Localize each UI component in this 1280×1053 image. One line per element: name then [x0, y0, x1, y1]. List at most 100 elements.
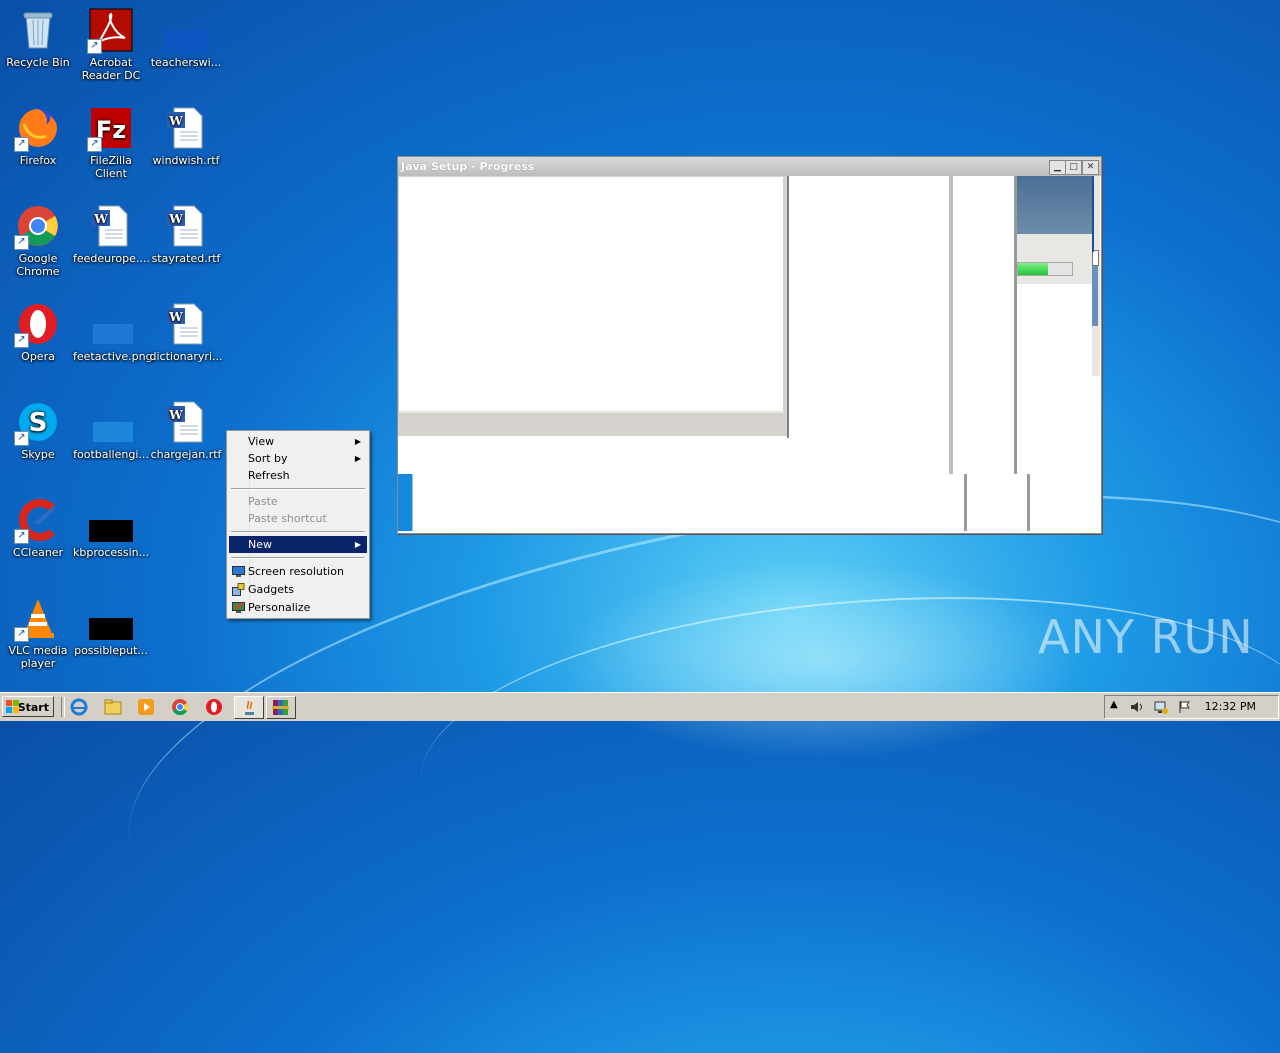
- divider: [787, 176, 789, 438]
- desktop-icon-dictionaryri[interactable]: W dictionaryri...: [148, 302, 224, 363]
- desktop-icon-stayrated[interactable]: W stayrated.rtf: [148, 204, 224, 265]
- desktop-icon-possibleput[interactable]: possibleput...: [73, 596, 149, 657]
- show-hidden-icons-button[interactable]: ▲: [1110, 699, 1118, 710]
- menu-item-label: Screen resolution: [248, 565, 344, 578]
- icon-label: Skype: [21, 448, 55, 461]
- media-player-icon[interactable]: [136, 697, 156, 717]
- menu-separator: [231, 488, 365, 490]
- shortcut-arrow-icon: ↗: [14, 431, 29, 446]
- image-icon: [89, 400, 133, 444]
- icon-label: Firefox: [19, 154, 57, 167]
- icon-label: windwish.rtf: [152, 154, 220, 167]
- progress-bar: [1017, 262, 1073, 276]
- submenu-arrow-icon: ▶: [354, 437, 361, 446]
- desktop-icon-opera[interactable]: ↗ Opera: [0, 302, 76, 363]
- menu-item-refresh[interactable]: Refresh: [229, 467, 367, 484]
- volume-icon[interactable]: [1129, 699, 1145, 715]
- icon-label: stayrated.rtf: [151, 252, 221, 265]
- maximize-button[interactable]: □: [1065, 160, 1082, 175]
- svg-text:W: W: [168, 114, 183, 128]
- divider: [964, 474, 967, 531]
- menu-item-label: View: [248, 435, 275, 448]
- menu-item-label: Sort by: [248, 452, 288, 465]
- menu-item-paste[interactable]: Paste: [229, 493, 367, 510]
- scrollbar-edge: [1092, 176, 1094, 252]
- start-button[interactable]: Start: [2, 696, 54, 717]
- svg-text:W: W: [168, 212, 183, 226]
- file-icon: [164, 8, 208, 52]
- menu-item-screen-resolution[interactable]: Screen resolution: [229, 563, 367, 580]
- desktop-icon-firefox[interactable]: ↗ Firefox: [0, 106, 76, 167]
- opera-icon[interactable]: [204, 697, 224, 717]
- java-setup-window[interactable]: Java Setup - Progress ▁ □ ✕: [397, 156, 1102, 534]
- desktop-icon-ccleaner[interactable]: ↗ CCleaner: [0, 498, 76, 559]
- winrar-icon[interactable]: [266, 696, 296, 719]
- icon-label: teacherswi...: [150, 56, 222, 69]
- side-strip: [398, 474, 413, 531]
- desktop-icon-chargejan[interactable]: W chargejan.rtf: [148, 400, 224, 461]
- desktop-icon-kbprocessin[interactable]: kbprocessin...: [73, 498, 149, 559]
- black-file-icon: [89, 498, 135, 542]
- word-doc-icon: W: [164, 302, 208, 346]
- word-doc-icon: W: [164, 400, 208, 444]
- scroll-arrow[interactable]: [1092, 250, 1099, 266]
- shortcut-arrow-icon: ↗: [87, 137, 102, 152]
- clock[interactable]: 12:32 PM: [1205, 700, 1256, 713]
- icon-label: chargejan.rtf: [150, 448, 222, 461]
- minimize-button[interactable]: ▁: [1049, 160, 1066, 175]
- word-doc-icon: W: [164, 106, 208, 150]
- word-doc-icon: W: [89, 204, 133, 248]
- icon-label: Opera: [21, 350, 55, 363]
- desktop-icon-skype[interactable]: S ↗ Skype: [0, 400, 76, 461]
- icon-label: Google Chrome: [16, 252, 60, 278]
- menu-item-personalize[interactable]: Personalize: [229, 599, 367, 616]
- network-icon[interactable]: [1153, 699, 1169, 715]
- menu-item-sort-by[interactable]: Sort by ▶: [229, 450, 367, 467]
- desktop-icon-recycle-bin[interactable]: Recycle Bin: [0, 8, 76, 69]
- desktop-context-menu[interactable]: View ▶ Sort by ▶ Refresh Paste Paste short…: [226, 430, 370, 619]
- divider: [1027, 474, 1030, 531]
- icon-label: possibleput...: [74, 644, 148, 657]
- ie-icon[interactable]: [69, 697, 89, 717]
- black-file-icon: [89, 596, 135, 640]
- svg-text:S: S: [29, 408, 48, 438]
- desktop-icon-filezilla[interactable]: Fz ↗ FileZilla Client: [73, 106, 149, 180]
- chrome-icon: ↗: [14, 204, 60, 250]
- icon-label: dictionaryri...: [149, 350, 223, 363]
- recycle-bin-icon: [16, 8, 60, 52]
- desktop-icon-windwish[interactable]: W windwish.rtf: [148, 106, 224, 167]
- shortcut-arrow-icon: ↗: [14, 627, 29, 642]
- explorer-icon[interactable]: [103, 697, 123, 717]
- firefox-icon: ↗: [14, 106, 60, 152]
- close-button[interactable]: ✕: [1082, 160, 1099, 175]
- desktop-icon-footballengi[interactable]: footballengi...: [73, 400, 149, 461]
- chrome-icon[interactable]: [170, 697, 190, 717]
- content-pane-left: [398, 176, 787, 436]
- menu-item-label: Paste shortcut: [248, 512, 327, 525]
- shortcut-arrow-icon: ↗: [14, 529, 29, 544]
- window-titlebar[interactable]: Java Setup - Progress ▁ □ ✕: [398, 157, 1101, 176]
- menu-item-paste-shortcut[interactable]: Paste shortcut: [229, 510, 367, 527]
- desktop-icon-chrome[interactable]: ↗ Google Chrome: [0, 204, 76, 278]
- icon-label: Acrobat Reader DC: [81, 56, 141, 82]
- desktop-icon-feetactive[interactable]: feetactive.png: [73, 302, 153, 363]
- svg-text:W: W: [93, 212, 108, 226]
- system-tray: ▲ 12:32 PM: [1104, 695, 1279, 719]
- menu-item-label: Refresh: [248, 469, 290, 482]
- skype-icon: S ↗: [14, 400, 60, 446]
- action-center-flag-icon[interactable]: [1177, 699, 1193, 715]
- desktop-icon-teacherswi[interactable]: teacherswi...: [148, 8, 224, 69]
- menu-item-view[interactable]: View ▶: [229, 433, 367, 450]
- java-setup-icon[interactable]: [234, 696, 264, 719]
- desktop-icon-acrobat[interactable]: ↗ Acrobat Reader DC: [73, 8, 149, 82]
- scrollbar[interactable]: [1092, 176, 1100, 376]
- shortcut-arrow-icon: ↗: [87, 39, 102, 54]
- menu-item-new[interactable]: New ▶: [229, 536, 367, 553]
- desktop-icon-vlc[interactable]: ↗ VLC media player: [0, 596, 76, 670]
- icon-label: feedeurope....: [73, 252, 150, 265]
- desktop-icon-feedeurope[interactable]: W feedeurope....: [73, 204, 150, 265]
- menu-item-label: Personalize: [248, 601, 311, 614]
- menu-item-gadgets[interactable]: Gadgets: [229, 581, 367, 598]
- ccleaner-icon: ↗: [14, 498, 60, 544]
- menu-separator: [231, 531, 365, 533]
